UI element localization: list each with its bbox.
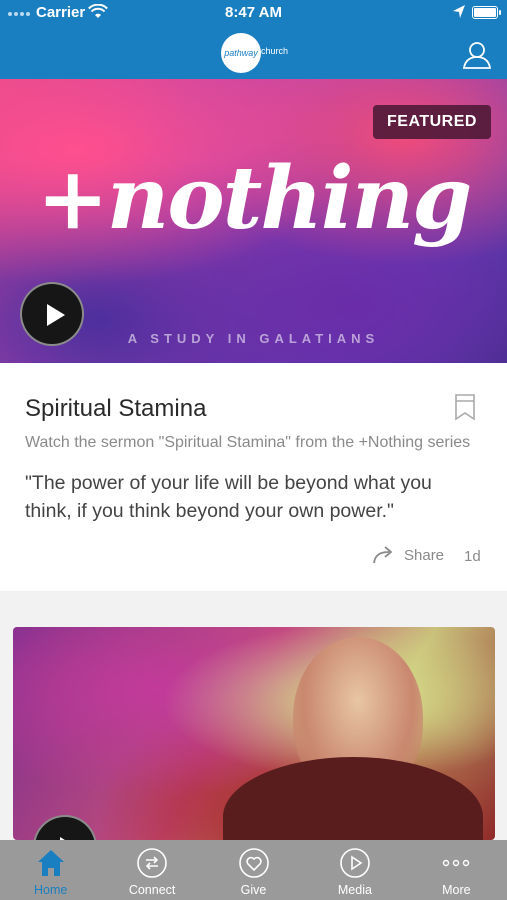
post-description: Watch the sermon "Spiritual Stamina" fro… bbox=[25, 434, 471, 451]
profile-icon[interactable] bbox=[462, 40, 492, 70]
tab-give-label: Give bbox=[240, 883, 267, 897]
clock: 8:47 AM bbox=[225, 4, 282, 21]
tab-connect-label: Connect bbox=[128, 883, 176, 897]
tab-give[interactable]: Give bbox=[203, 840, 304, 900]
connect-icon bbox=[137, 848, 167, 878]
play-button-2[interactable] bbox=[33, 815, 97, 840]
tab-more[interactable]: More bbox=[406, 840, 507, 900]
post-title: Spiritual Stamina bbox=[25, 395, 207, 422]
app-header: Carrier 8:47 AM pathway church bbox=[0, 0, 507, 79]
tab-media[interactable]: Media bbox=[304, 840, 405, 900]
share-arrow-icon bbox=[373, 546, 393, 564]
home-icon bbox=[37, 850, 64, 876]
bookmark-icon[interactable] bbox=[454, 393, 476, 421]
give-icon bbox=[238, 848, 269, 878]
logo-text: pathway bbox=[224, 48, 258, 58]
post-age: 1d bbox=[464, 548, 481, 565]
sermon-video-thumbnail[interactable] bbox=[13, 627, 495, 840]
post-card[interactable]: Spiritual Stamina Watch the sermon "Spir… bbox=[0, 363, 507, 591]
series-art-title: +nothing bbox=[36, 148, 473, 249]
featured-badge: FEATURED bbox=[373, 105, 491, 139]
more-icon bbox=[443, 859, 470, 867]
post-quote: "The power of your life will be beyond w… bbox=[25, 472, 432, 522]
logo-suffix: church bbox=[261, 46, 289, 56]
tab-connect[interactable]: Connect bbox=[101, 840, 202, 900]
speaker-torso bbox=[223, 757, 483, 840]
church-logo: pathway bbox=[221, 33, 261, 73]
tab-home-label: Home bbox=[34, 883, 68, 897]
share-label: Share bbox=[404, 546, 445, 564]
media-icon bbox=[340, 848, 370, 878]
battery-icon bbox=[472, 6, 501, 19]
location-arrow-icon bbox=[453, 5, 465, 18]
tab-more-label: More bbox=[442, 883, 471, 897]
tab-media-label: Media bbox=[337, 883, 372, 897]
share-button[interactable]: Share bbox=[372, 546, 444, 564]
play-button[interactable] bbox=[20, 282, 84, 346]
tab-home[interactable]: Home bbox=[0, 840, 101, 900]
tab-bar: Home Connect Give Media More bbox=[0, 840, 507, 900]
status-bar: Carrier 8:47 AM bbox=[0, 0, 507, 26]
